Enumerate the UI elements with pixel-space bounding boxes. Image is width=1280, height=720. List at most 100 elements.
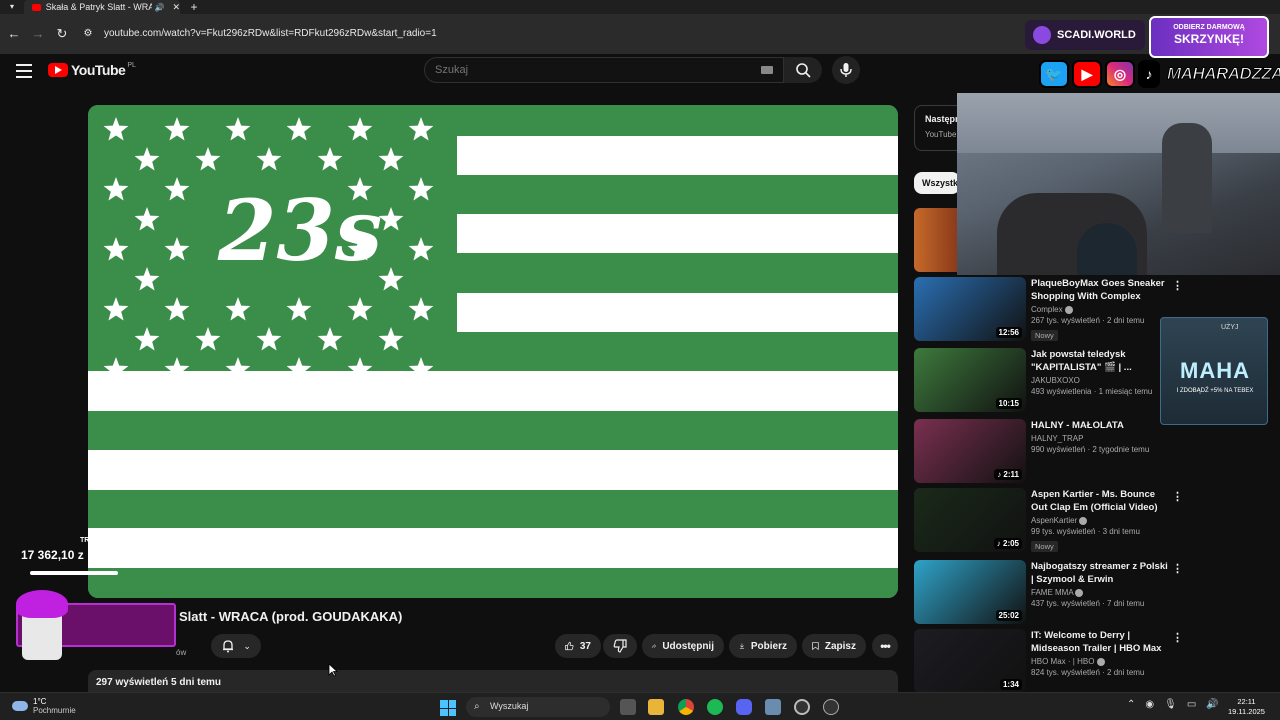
more-actions-button[interactable]: ••• bbox=[872, 634, 898, 658]
video-thumbnail[interactable]: ♪ 2:05 bbox=[914, 488, 1026, 552]
taskbar-search[interactable]: ⌕ Wyszukaj bbox=[466, 697, 610, 717]
discord-tray-icon[interactable]: ◉ bbox=[1145, 699, 1154, 710]
forward-icon[interactable]: → bbox=[30, 26, 46, 42]
search-box bbox=[424, 57, 784, 83]
recommendation-meta: Najbogatszy streamer z Polski | Szymool … bbox=[1031, 560, 1171, 608]
recommendation-item[interactable]: 12:56 PlaqueBoyMax Goes Sneaker Shopping … bbox=[914, 277, 1184, 341]
weather-widget[interactable]: 1°C Pochmurnie bbox=[12, 697, 76, 715]
chip-all[interactable]: Wszystk bbox=[914, 172, 960, 194]
share-button[interactable]: Udostępnij bbox=[642, 634, 724, 658]
channel-name: JAKUBXOXO bbox=[1031, 376, 1080, 385]
recommendation-title[interactable]: IT: Welcome to Derry | Midseason Trailer… bbox=[1031, 629, 1171, 655]
recommendation-item[interactable]: ♪ 2:11 HALNY - MAŁOLATA HALNY_TRAP 990 wyśw… bbox=[914, 419, 1184, 483]
promo-top-text: ODBIERZ DARMOWĄ bbox=[1173, 24, 1245, 31]
video-thumbnail[interactable]: 25:02 bbox=[914, 560, 1026, 624]
chrome-icon[interactable] bbox=[678, 699, 694, 715]
new-tab-icon[interactable]: + bbox=[186, 0, 202, 15]
file-explorer-icon[interactable] bbox=[648, 699, 664, 715]
recommendation-thumbnail-partial[interactable] bbox=[914, 208, 958, 272]
recommendation-title[interactable]: Jak powstał teledysk "KAPITALISTA" 🎬 | .… bbox=[1031, 348, 1171, 374]
spotify-icon[interactable] bbox=[707, 699, 723, 715]
video-duration: ♪ 2:05 bbox=[993, 538, 1022, 549]
discord-icon[interactable] bbox=[736, 699, 752, 715]
recommendation-item[interactable]: 1:34 IT: Welcome to Derry | Midseason Tra… bbox=[914, 629, 1184, 693]
like-button[interactable]: 37 bbox=[555, 634, 601, 658]
menu-icon[interactable] bbox=[16, 64, 32, 78]
search-button[interactable] bbox=[784, 57, 822, 83]
dislike-button[interactable] bbox=[603, 634, 637, 658]
system-clock[interactable]: 22:11 19.11.2025 bbox=[1228, 697, 1265, 717]
video-thumbnail[interactable]: 10:15 bbox=[914, 348, 1026, 412]
video-duration: 12:56 bbox=[995, 327, 1022, 338]
notifications-button[interactable]: ⌄ bbox=[211, 634, 261, 658]
twitter-icon: 🐦 bbox=[1039, 60, 1069, 88]
windows-start-icon[interactable] bbox=[440, 700, 456, 716]
recommendation-stats: 267 tys. wyświetleń · 2 dni temu bbox=[1031, 316, 1145, 325]
up-next-label: Następn bbox=[925, 114, 961, 124]
video-thumbnail[interactable]: 1:34 bbox=[914, 629, 1026, 693]
recommendation-channel[interactable]: AspenKartier bbox=[1031, 516, 1171, 525]
video-duration: ♪ 2:11 bbox=[994, 469, 1022, 480]
task-view-icon[interactable] bbox=[620, 699, 636, 715]
video-title: Slatt - WRACA (prod. GOUDAKAKA) bbox=[179, 609, 403, 624]
brand-text: SCADI.WORLD bbox=[1057, 29, 1136, 41]
promo-use-label: UŻYJ bbox=[1221, 324, 1239, 331]
reload-icon[interactable]: ↻ bbox=[54, 26, 70, 42]
recommendation-channel[interactable]: Complex bbox=[1031, 305, 1171, 314]
recommendation-item[interactable]: ♪ 2:05 Aspen Kartier - Ms. Bounce Out Cla… bbox=[914, 488, 1184, 552]
recommendation-title[interactable]: Aspen Kartier - Ms. Bounce Out Clap Em (… bbox=[1031, 488, 1171, 514]
recommendation-stats: 493 wyświetlenia · 1 miesiąc temu bbox=[1031, 387, 1153, 396]
volume-icon[interactable]: 🔊 bbox=[1206, 699, 1218, 710]
search-input[interactable] bbox=[425, 58, 745, 82]
recommendation-channel[interactable]: HALNY_TRAP bbox=[1031, 434, 1171, 443]
recommendation-item[interactable]: 25:02 Najbogatszy streamer z Polski | Szy… bbox=[914, 560, 1184, 624]
save-button[interactable]: Zapisz bbox=[802, 634, 866, 658]
close-tab-icon[interactable]: ✕ bbox=[172, 2, 180, 13]
back-icon[interactable]: ← bbox=[6, 26, 22, 42]
recommendation-meta: HALNY - MAŁOLATA HALNY_TRAP 990 wyświetleń… bbox=[1031, 419, 1171, 454]
obs-icon[interactable] bbox=[794, 699, 810, 715]
youtube-logo[interactable]: YouTube PL bbox=[48, 62, 136, 78]
more-vertical-icon[interactable]: ⋮ bbox=[1172, 279, 1183, 292]
app-window-icon[interactable] bbox=[765, 699, 781, 715]
tray-chevron-up-icon[interactable]: ⌃ bbox=[1127, 699, 1135, 710]
keyboard-icon[interactable] bbox=[761, 66, 773, 74]
site-settings-icon[interactable]: ⚙ bbox=[80, 26, 96, 42]
tiktok-icon: ♪ bbox=[1138, 60, 1160, 88]
recommendation-title[interactable]: HALNY - MAŁOLATA bbox=[1031, 419, 1171, 432]
like-count: 37 bbox=[579, 640, 591, 652]
url-field[interactable]: youtube.com/watch?v=Fkut296zRDw&list=RDF… bbox=[104, 28, 437, 39]
verified-icon bbox=[1064, 305, 1073, 314]
recommendation-channel[interactable]: FAME MMA bbox=[1031, 588, 1171, 597]
browser-tab[interactable]: Skała & Patryk Slatt - WRAC 🔊 ✕ bbox=[24, 0, 180, 14]
webcam-doorway bbox=[1162, 123, 1212, 233]
cloud-icon bbox=[12, 701, 28, 711]
recommendation-item[interactable]: 10:15 Jak powstał teledysk "KAPITALISTA" … bbox=[914, 348, 1184, 412]
network-icon[interactable]: ▭ bbox=[1187, 699, 1196, 710]
verified-icon bbox=[1075, 588, 1084, 597]
verified-icon bbox=[1079, 516, 1088, 525]
download-button[interactable]: Pobierz bbox=[729, 634, 797, 658]
app-icon[interactable] bbox=[823, 699, 839, 715]
tab-list-chevron-icon[interactable]: ▾ bbox=[4, 0, 20, 15]
more-vertical-icon[interactable]: ⋮ bbox=[1172, 490, 1183, 503]
more-vertical-icon[interactable]: ⋮ bbox=[1172, 562, 1183, 575]
save-label: Zapisz bbox=[824, 640, 856, 652]
webcam-ceiling bbox=[957, 93, 1280, 153]
recommendation-channel[interactable]: JAKUBXOXO bbox=[1031, 376, 1171, 385]
video-thumbnail[interactable]: 12:56 bbox=[914, 277, 1026, 341]
video-duration: 10:15 bbox=[995, 398, 1022, 409]
video-thumbnail[interactable]: ♪ 2:11 bbox=[914, 419, 1026, 483]
video-player[interactable]: 23s bbox=[88, 105, 898, 598]
clock-date: 19.11.2025 bbox=[1228, 707, 1265, 716]
more-vertical-icon[interactable]: ⋮ bbox=[1172, 631, 1183, 644]
audio-playing-icon[interactable]: 🔊 bbox=[154, 3, 164, 12]
recommendation-meta: IT: Welcome to Derry | Midseason Trailer… bbox=[1031, 629, 1171, 677]
brand-banner: SCADI.WORLD bbox=[1025, 20, 1145, 50]
recommendation-title[interactable]: Najbogatszy streamer z Polski | Szymool … bbox=[1031, 560, 1171, 586]
recommendation-title[interactable]: PlaqueBoyMax Goes Sneaker Shopping With … bbox=[1031, 277, 1171, 303]
recommendation-channel[interactable]: HBO Max · | HBO bbox=[1031, 657, 1171, 666]
microphone-tray-icon[interactable]: 🎙 bbox=[1164, 699, 1177, 710]
promo-subtext: I ZDOBĄDŹ +5% NA TEBEX bbox=[1176, 388, 1254, 394]
voice-search-button[interactable] bbox=[832, 56, 860, 84]
